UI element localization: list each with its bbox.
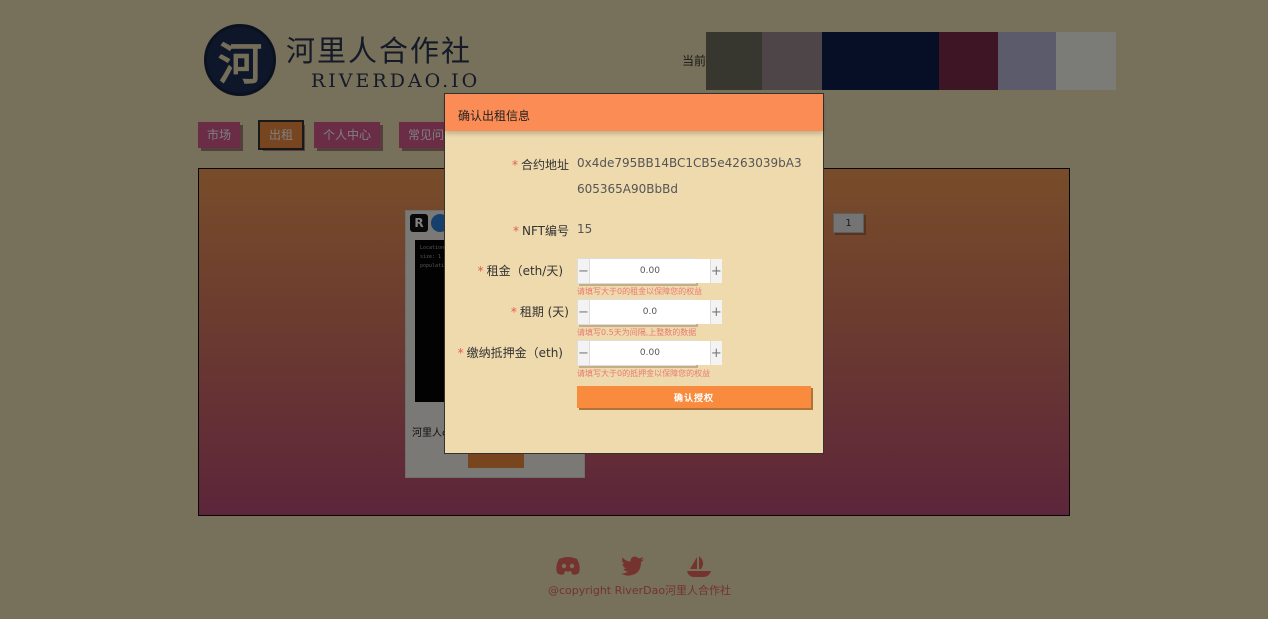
rent-confirm-dialog: 确认出租信息 * 合约地址 0x4de795BB14BC1CB5e4263039b… [444,93,824,454]
deposit-decrement-button[interactable]: − [578,341,590,365]
deposit-label: * 缴纳抵押金（eth) [413,344,563,361]
rent-input[interactable] [589,259,710,283]
rent-period-label-text: 租期 (天) [519,305,569,319]
rent-stepper[interactable]: − + [577,258,722,284]
rent-period-stepper[interactable]: − + [577,299,722,325]
required-mark: * [457,346,464,360]
required-mark: * [510,305,517,319]
deposit-input[interactable] [589,341,710,365]
rent-hint: 请填写大于0的租金以保障您的权益 [577,287,703,296]
dialog-title: 确认出租信息 [458,109,531,123]
rent-period-input[interactable] [589,300,710,324]
deposit-hint: 请填写大于0的抵押金以保障您的权益 [577,369,711,378]
required-mark: * [511,158,518,172]
deposit-increment-button[interactable]: + [709,341,722,365]
required-mark: * [513,224,519,238]
confirm-authorize-button[interactable]: 确认授权 [577,386,811,408]
deposit-stepper[interactable]: − + [577,340,722,366]
dialog-header: 确认出租信息 [445,94,823,131]
rent-increment-button[interactable]: + [709,259,722,283]
rent-label-text: 租金（eth/天) [486,264,563,278]
period-decrement-button[interactable]: − [578,300,590,324]
contract-address-value: 0x4de795BB14BC1CB5e4263039bA3605365A90Bb… [577,156,802,196]
contract-address-label: * 合约地址 [419,156,569,173]
nft-number-label: * NFT编号 [419,222,569,239]
nft-number-value: 15 [577,222,593,236]
rent-period-label: * 租期 (天) [419,303,569,320]
deposit-label-text: 缴纳抵押金（eth) [466,346,563,360]
rent-period-hint: 请填写0.5天为间隔,上整数的数据 [577,328,697,337]
contract-address-label-text: 合约地址 [520,158,569,172]
required-mark: * [477,264,484,278]
nft-number-label-text: NFT编号 [522,224,569,238]
rent-label: * 租金（eth/天) [413,262,563,279]
period-increment-button[interactable]: + [709,300,722,324]
rent-decrement-button[interactable]: − [578,259,590,283]
